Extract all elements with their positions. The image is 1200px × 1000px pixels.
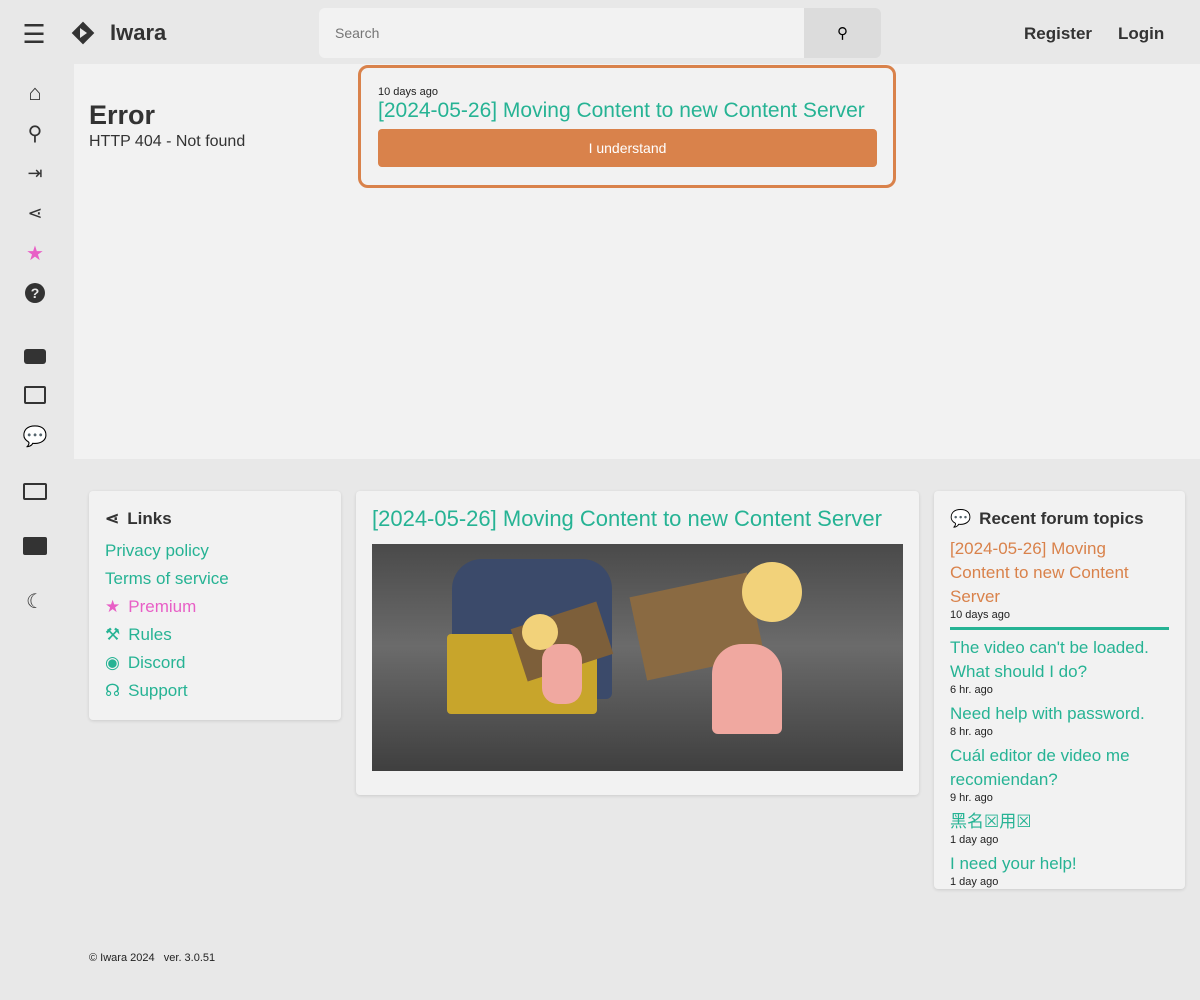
translate-icon[interactable]: [23, 479, 47, 503]
gavel-icon: ⚒: [105, 625, 121, 644]
notice-time: 10 days ago: [378, 86, 438, 98]
menu-icon[interactable]: ☰: [22, 19, 46, 49]
link-label: Privacy policy: [105, 541, 209, 560]
forum-title: Recent forum topics: [979, 509, 1144, 528]
share-icon: ⋖: [105, 509, 120, 528]
topic-time: 6 hr. ago: [950, 684, 993, 696]
version: ver. 3.0.51: [163, 952, 216, 964]
headset-icon: ☊: [105, 681, 121, 700]
help-icon[interactable]: ?: [23, 281, 47, 305]
forum-icon[interactable]: 💬: [23, 424, 48, 448]
brand-name: Iwara: [110, 20, 167, 45]
comments-icon: 💬: [950, 509, 972, 528]
images-icon[interactable]: [23, 383, 47, 407]
video-icon[interactable]: [23, 344, 47, 368]
forum-topic[interactable]: Cuál editor de video me recomiendan?: [950, 744, 1169, 792]
links-title: Links: [127, 509, 172, 528]
link-support[interactable]: ☊ Support: [105, 677, 325, 705]
link-discord[interactable]: ◉ Discord: [105, 649, 325, 677]
logo[interactable]: Iwara: [70, 20, 166, 46]
discord-icon: ◉: [105, 653, 120, 672]
link-label: Premium: [128, 597, 197, 616]
topic-time: 1 day ago: [950, 876, 999, 888]
search-icon[interactable]: ⚲: [23, 121, 47, 145]
forum-topic[interactable]: Need help with password.: [950, 702, 1169, 726]
link-rules[interactable]: ⚒ Rules: [105, 621, 325, 649]
register-link[interactable]: Register: [1024, 24, 1092, 44]
id-card-icon[interactable]: [23, 534, 47, 558]
topic-time: 9 hr. ago: [950, 792, 993, 804]
news-card: [2024-05-26] Moving Content to new Conte…: [356, 491, 919, 795]
notice-title-link[interactable]: [2024-05-26] Moving Content to new Conte…: [378, 99, 876, 123]
error-title: Error: [89, 100, 156, 130]
search-icon: ⚲: [837, 25, 848, 42]
links-card: ⋖ Links Privacy policy Terms of service ★…: [89, 491, 341, 720]
error-message: HTTP 404 - Not found: [89, 133, 246, 150]
sign-in-icon[interactable]: ⇥: [23, 161, 47, 185]
copyright: © Iwara 2024: [89, 952, 155, 964]
share-icon[interactable]: ⋖: [23, 201, 47, 225]
forum-topic-pinned[interactable]: [2024-05-26] Moving Content to new Conte…: [950, 537, 1169, 609]
link-terms-of-service[interactable]: Terms of service: [105, 565, 325, 593]
topic-time: 1 day ago: [950, 834, 999, 846]
star-icon[interactable]: ★: [23, 241, 47, 265]
forum-topic[interactable]: 黑名☒用☒: [950, 810, 1169, 834]
divider: [950, 627, 1169, 630]
link-label: Discord: [127, 653, 186, 672]
link-privacy-policy[interactable]: Privacy policy: [105, 537, 325, 565]
topic-time: 8 hr. ago: [950, 726, 993, 738]
topic-time: 10 days ago: [950, 609, 1010, 621]
footer: © Iwara 2024 ver. 3.0.51: [89, 952, 215, 964]
search-button[interactable]: ⚲: [804, 8, 881, 58]
login-link[interactable]: Login: [1118, 24, 1164, 44]
announcement-notice: 10 days ago [2024-05-26] Moving Content …: [358, 65, 896, 188]
forum-topic[interactable]: The video can't be loaded. What should I…: [950, 636, 1169, 684]
understand-button[interactable]: I understand: [378, 129, 877, 167]
link-label: Terms of service: [105, 569, 229, 588]
forum-topic[interactable]: I need your help!: [950, 852, 1169, 876]
star-icon: ★: [105, 597, 121, 616]
home-icon[interactable]: ⌂: [23, 80, 47, 105]
search-bar: ⚲: [319, 8, 881, 58]
forum-card: 💬 Recent forum topics [2024-05-26] Moving…: [934, 491, 1185, 889]
news-title-link[interactable]: [2024-05-26] Moving Content to new Conte…: [372, 506, 903, 532]
iwara-logo-icon: [71, 21, 95, 45]
link-premium[interactable]: ★ Premium: [105, 593, 325, 621]
search-input[interactable]: [319, 8, 804, 58]
link-label: Rules: [128, 625, 172, 644]
link-label: Support: [128, 681, 188, 700]
news-thumbnail[interactable]: [372, 544, 903, 771]
dark-mode-icon[interactable]: ☾: [23, 589, 47, 613]
